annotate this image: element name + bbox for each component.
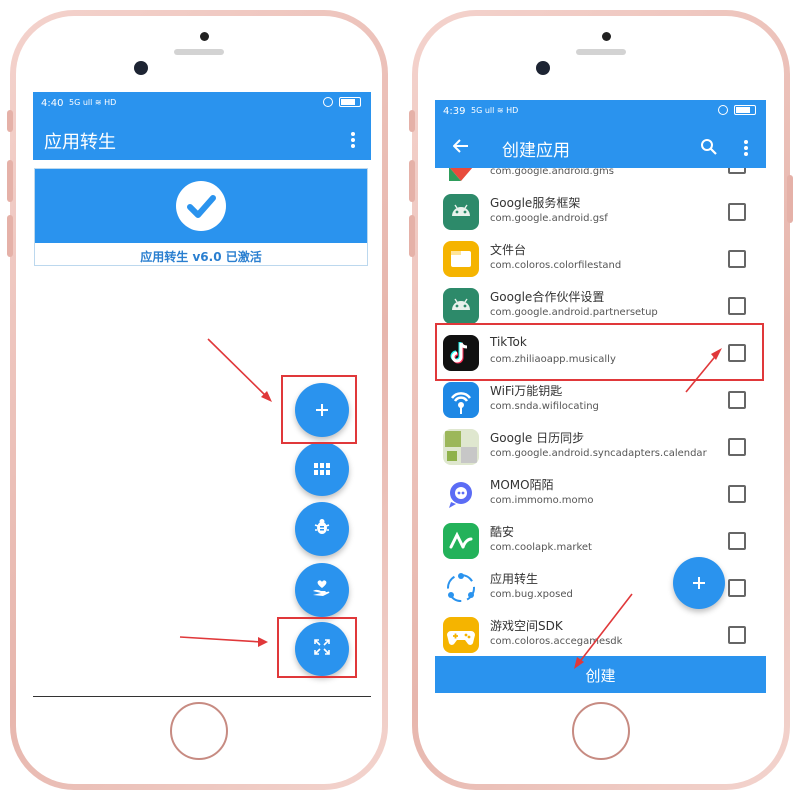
annotation-arrows-right bbox=[574, 348, 722, 669]
